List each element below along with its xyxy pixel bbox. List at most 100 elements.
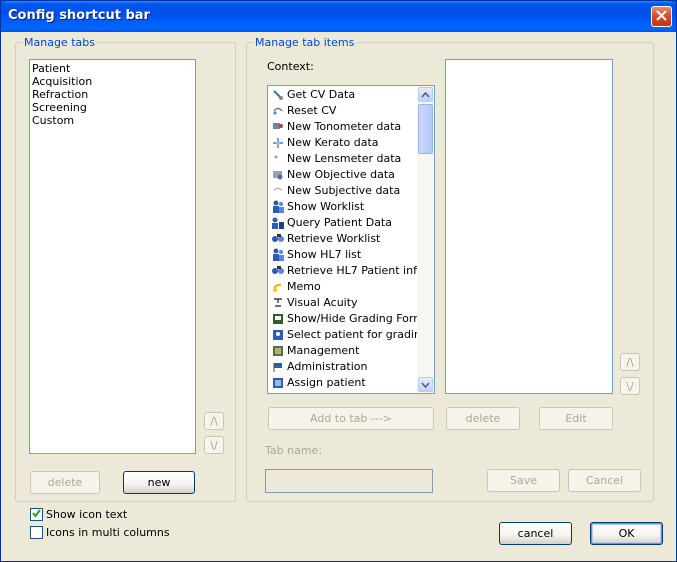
add-to-tab-label: Add to tab --->: [310, 412, 392, 425]
show-icon-text-label: Show icon text: [46, 508, 128, 521]
manage-items-legend: Manage tab items: [253, 36, 357, 49]
context-item-label: New Lensmeter data: [287, 152, 402, 165]
context-list-item[interactable]: Memo: [268, 279, 418, 295]
context-scrollbar[interactable]: [417, 86, 434, 393]
manage-tabs-legend: Manage tabs: [22, 36, 97, 49]
context-item-label: Query Patient Data: [287, 216, 392, 229]
scroll-thumb[interactable]: [418, 104, 433, 154]
new-label: new: [147, 476, 171, 489]
context-item-label: New Tonometer data: [287, 120, 402, 133]
context-list-item[interactable]: New Lensmeter data: [268, 151, 418, 167]
objective-icon: [271, 168, 285, 182]
context-list-item[interactable]: New Subjective data: [268, 183, 418, 199]
item-edit-button[interactable]: Edit: [539, 407, 613, 430]
manage-tabs-group: Manage tabs Patient Acquisition Refraction…: [15, 36, 236, 502]
query-icon: [271, 216, 285, 230]
context-item-label: Reset CV: [287, 104, 337, 117]
context-item-label: Select patient for grading: [287, 328, 418, 341]
context-list-item[interactable]: New Kerato data: [268, 135, 418, 151]
item-edit-label: Edit: [565, 412, 587, 425]
context-list-item[interactable]: New Objective data: [268, 167, 418, 183]
window-title: Config shortcut bar: [8, 8, 150, 23]
context-list-item[interactable]: Query Patient Data: [268, 215, 418, 231]
grading-form-icon: [271, 312, 285, 326]
tab-new-button[interactable]: new: [123, 471, 195, 494]
context-label: Context:: [267, 60, 314, 73]
context-list-item[interactable]: Select patient for grading: [268, 327, 418, 343]
context-list-item[interactable]: New Tonometer data: [268, 119, 418, 135]
context-list-item[interactable]: Reset CV: [268, 103, 418, 119]
tab-move-down-button[interactable]: \/: [204, 436, 224, 454]
checkbox-box[interactable]: [30, 508, 43, 521]
context-item-label: Administration: [287, 360, 368, 373]
context-list-item[interactable]: Get CV Data: [268, 87, 418, 103]
context-list-item[interactable]: Retrieve HL7 Patient inform: [268, 263, 418, 279]
item-move-up-button[interactable]: /\: [620, 353, 640, 371]
tab-delete-button[interactable]: delete: [30, 471, 100, 494]
context-item-label: New Objective data: [287, 168, 395, 181]
close-icon: [656, 9, 667, 24]
close-button[interactable]: [651, 6, 672, 27]
item-move-down-button[interactable]: \/: [620, 377, 640, 395]
administration-icon: [271, 360, 285, 374]
context-list-item[interactable]: Management: [268, 343, 418, 359]
tab-name-label: Tab name:: [265, 444, 323, 457]
tabs-listbox[interactable]: Patient Acquisition Refraction Screening Cus…: [29, 59, 196, 454]
context-list-item[interactable]: Retrieve Worklist: [268, 231, 418, 247]
lensmeter-icon: [271, 152, 285, 166]
context-list-item[interactable]: Administration: [268, 359, 418, 375]
context-list-item[interactable]: Assign patient: [268, 375, 418, 391]
save-button[interactable]: Save: [487, 469, 560, 492]
scroll-down-icon: [421, 378, 430, 391]
config-dialog: Config shortcut bar Manage tabs Patient A…: [0, 0, 677, 562]
show-icon-text-checkbox[interactable]: Show icon text: [30, 508, 127, 521]
item-cancel-label: Cancel: [585, 474, 624, 487]
memo-icon: [271, 280, 285, 294]
context-list-item[interactable]: Visual Acuity: [268, 295, 418, 311]
delete-label: delete: [47, 476, 83, 489]
context-item-label: Visual Acuity: [287, 296, 358, 309]
context-item-label: New Kerato data: [287, 136, 379, 149]
item-delete-button[interactable]: delete: [446, 407, 520, 430]
tab-items-listbox[interactable]: [445, 59, 613, 394]
ok-button[interactable]: OK: [590, 522, 663, 545]
cancel-button[interactable]: cancel: [499, 522, 572, 545]
select-patient-icon: [271, 328, 285, 342]
add-to-tab-button[interactable]: Add to tab --->: [268, 407, 434, 430]
item-up-label: /\: [626, 355, 634, 369]
icons-multi-columns-checkbox[interactable]: Icons in multi columns: [30, 526, 170, 539]
tab-list-item[interactable]: Screening: [30, 101, 195, 114]
tab-list-item[interactable]: Custom: [30, 114, 195, 127]
tab-list-item[interactable]: Acquisition: [30, 75, 195, 88]
title-bar[interactable]: Config shortcut bar: [1, 1, 676, 32]
hl7-list-icon: [271, 248, 285, 262]
context-item-label: Retrieve HL7 Patient inform: [287, 264, 418, 277]
hl7-patient-icon: [271, 264, 285, 278]
save-label: Save: [509, 474, 537, 487]
item-cancel-button[interactable]: Cancel: [568, 469, 641, 492]
scroll-up-button[interactable]: [418, 87, 433, 102]
tab-name-input[interactable]: [265, 469, 433, 493]
check-icon: [32, 508, 41, 521]
visual-acuity-icon: [271, 296, 285, 310]
scroll-down-button[interactable]: [418, 377, 433, 392]
context-item-label: Memo: [287, 280, 321, 293]
context-list-item[interactable]: Show/Hide Grading Form: [268, 311, 418, 327]
tab-move-up-button[interactable]: /\: [204, 412, 224, 430]
dialog-client: Manage tabs Patient Acquisition Refraction…: [4, 32, 673, 559]
icons-multi-columns-label: Icons in multi columns: [46, 526, 170, 539]
worklist-icon: [271, 200, 285, 214]
reset-icon: [271, 104, 285, 118]
context-item-label: Show HL7 list: [287, 248, 362, 261]
context-item-label: Management: [287, 344, 360, 357]
tab-list-item[interactable]: Patient: [30, 62, 195, 75]
context-item-label: New Subjective data: [287, 184, 401, 197]
context-list-item[interactable]: Show HL7 list: [268, 247, 418, 263]
retrieve-icon: [271, 232, 285, 246]
tab-list-item[interactable]: Refraction: [30, 88, 195, 101]
item-down-label: \/: [626, 379, 634, 393]
context-list-item[interactable]: Show Worklist: [268, 199, 418, 215]
context-listbox[interactable]: Get CV Data Reset CV New Tonometer data New…: [267, 85, 435, 394]
checkbox-box[interactable]: [30, 526, 43, 539]
ok-label: OK: [618, 527, 635, 540]
